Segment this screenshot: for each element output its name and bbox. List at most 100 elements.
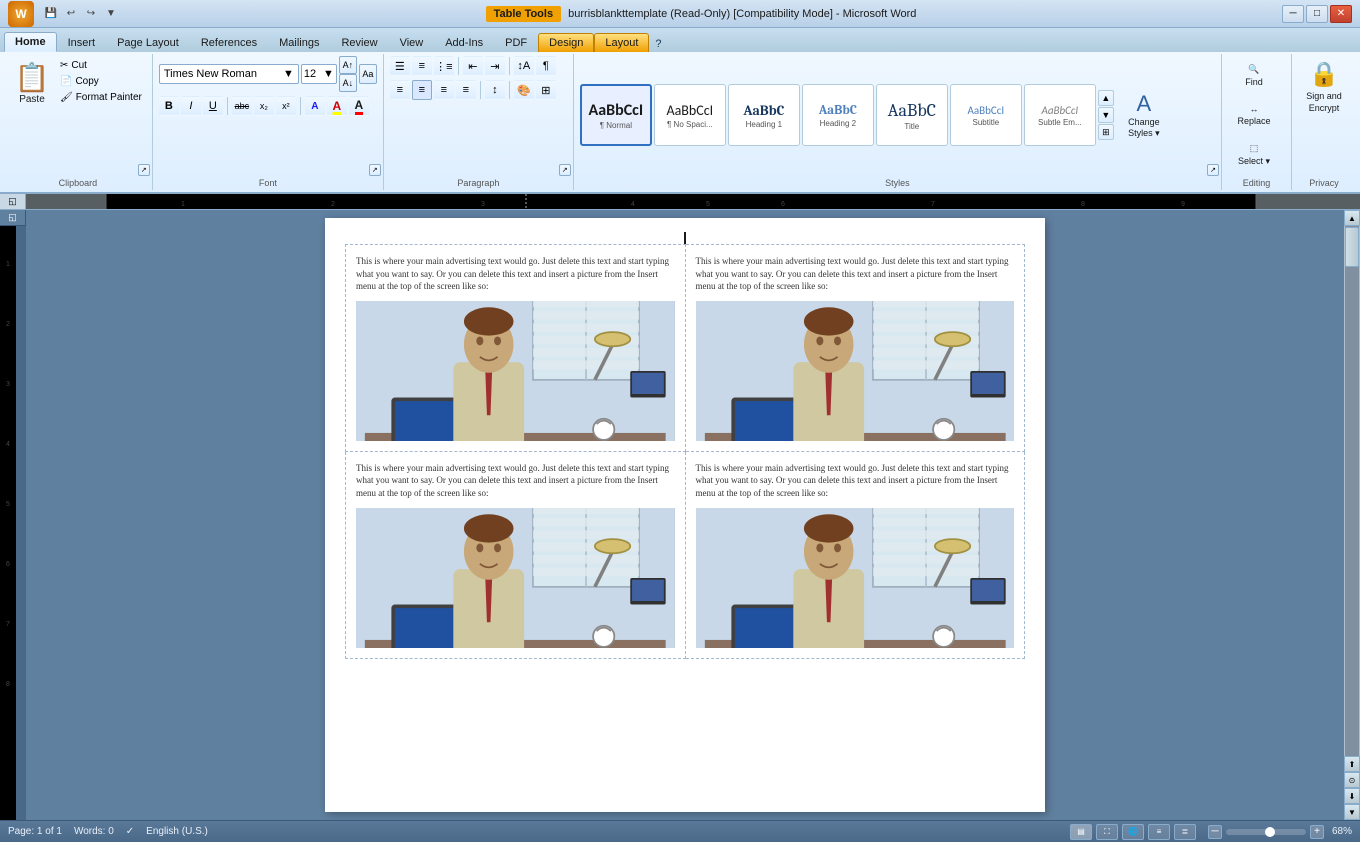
style-no-spacing[interactable]: AaBbCcI ¶ No Spaci... <box>654 84 726 146</box>
select-button[interactable]: ⬚ Select ▾ <box>1228 136 1280 174</box>
align-center-button[interactable]: ≡ <box>412 80 432 100</box>
zoom-thumb[interactable] <box>1265 827 1275 837</box>
underline-button[interactable]: U <box>203 96 223 116</box>
vertical-scrollbar[interactable]: ▲ ⬆ ⊙ ⬇ ▼ <box>1344 210 1360 820</box>
styles-scroll-down[interactable]: ▼ <box>1098 107 1114 123</box>
paste-button[interactable]: 📋 Paste <box>10 56 54 112</box>
tab-add-ins[interactable]: Add-Ins <box>434 33 494 52</box>
sign-encrypt-button[interactable]: 🔒 Sign andEncrypt <box>1298 56 1350 118</box>
outline-button[interactable]: ≡ <box>1148 824 1170 840</box>
scroll-up-button[interactable]: ▲ <box>1344 210 1360 226</box>
clipboard-dialog-launcher[interactable]: ↗ <box>138 164 150 176</box>
zoom-out-button[interactable]: ─ <box>1208 825 1222 839</box>
title-bar-left: W 💾 ↩ ↪ ▼ <box>8 1 120 27</box>
quick-access-more[interactable]: ▼ <box>102 5 120 23</box>
shrink-font-button[interactable]: A↓ <box>339 74 357 92</box>
undo-button[interactable]: ↩ <box>62 5 80 23</box>
cut-button[interactable]: ✂ Cut <box>56 58 146 73</box>
web-layout-button[interactable]: 🌐 <box>1122 824 1144 840</box>
tab-references[interactable]: References <box>190 33 268 52</box>
style-subtitle[interactable]: AaBbCcI Subtitle <box>950 84 1022 146</box>
align-left-button[interactable]: ≡ <box>390 80 410 100</box>
save-button[interactable]: 💾 <box>42 5 60 23</box>
vertical-ruler-toggle[interactable]: ◱ <box>0 210 26 226</box>
style-heading1[interactable]: AaBbC Heading 1 <box>728 84 800 146</box>
italic-button[interactable]: I <box>181 96 201 116</box>
scroll-down-button[interactable]: ▼ <box>1344 804 1360 820</box>
redo-button[interactable]: ↪ <box>82 5 100 23</box>
superscript-button[interactable]: x² <box>276 96 296 116</box>
tab-design[interactable]: Design <box>538 33 594 52</box>
bold-button[interactable]: B <box>159 96 179 116</box>
show-formatting-button[interactable]: ¶ <box>536 56 556 76</box>
table-cell-2[interactable]: This is where your main advertising text… <box>685 245 1025 452</box>
increase-indent-button[interactable]: ⇥ <box>485 56 505 76</box>
scroll-track[interactable] <box>1345 226 1359 756</box>
subscript-button[interactable]: x₂ <box>254 96 274 116</box>
table-cell-1[interactable]: This is where your main advertising text… <box>346 245 686 452</box>
zoom-in-button[interactable]: + <box>1310 825 1324 839</box>
replace-button[interactable]: ↔ Replace <box>1228 96 1280 134</box>
sort-button[interactable]: ↕A <box>514 56 534 76</box>
minimize-button[interactable]: ─ <box>1282 5 1304 23</box>
tab-mailings[interactable]: Mailings <box>268 33 330 52</box>
copy-button[interactable]: 📄 Copy <box>56 74 146 89</box>
style-subtle-em[interactable]: AaBbCcI Subtle Em... <box>1024 84 1096 146</box>
scroll-page-up[interactable]: ⬆ <box>1344 756 1360 772</box>
scroll-select[interactable]: ⊙ <box>1344 772 1360 788</box>
office-button[interactable]: W <box>8 1 34 27</box>
table-cell-3[interactable]: This is where your main advertising text… <box>346 451 686 658</box>
tab-layout[interactable]: Layout <box>594 33 649 52</box>
document-area[interactable]: This is where your main advertising text… <box>26 210 1344 820</box>
table-cell-4[interactable]: This is where your main advertising text… <box>685 451 1025 658</box>
clear-format-button[interactable]: Aa <box>359 64 377 84</box>
justify-button[interactable]: ≡ <box>456 80 476 100</box>
bullets-button[interactable]: ☰ <box>390 56 410 76</box>
font-color-button[interactable]: A <box>349 96 369 116</box>
align-right-button[interactable]: ≡ <box>434 80 454 100</box>
close-button[interactable]: ✕ <box>1330 5 1352 23</box>
font-name-selector[interactable]: Times New Roman ▼ <box>159 64 299 84</box>
status-bar: Page: 1 of 1 Words: 0 ✓ English (U.S.) ▤… <box>0 820 1360 842</box>
styles-dialog-launcher[interactable]: ↗ <box>1207 164 1219 176</box>
strikethrough-button[interactable]: abc <box>232 96 252 116</box>
tab-home[interactable]: Home <box>4 32 57 52</box>
scroll-page-down[interactable]: ⬇ <box>1344 788 1360 804</box>
line-spacing-button[interactable]: ↕ <box>485 80 505 100</box>
styles-scroll-up[interactable]: ▲ <box>1098 90 1114 106</box>
shading-button[interactable]: 🎨 <box>514 80 534 100</box>
change-styles-button[interactable]: A ChangeStyles ▾ <box>1116 84 1172 146</box>
ruler-corner[interactable]: ◱ <box>0 194 26 210</box>
zoom-track[interactable] <box>1226 829 1306 835</box>
borders-button[interactable]: ⊞ <box>536 80 556 100</box>
style-normal[interactable]: AaBbCcI ¶ Normal <box>580 84 652 146</box>
text-effects-button[interactable]: A <box>305 96 325 116</box>
format-painter-button[interactable]: 🖌 Format Painter <box>56 90 146 105</box>
scroll-thumb[interactable] <box>1345 227 1359 267</box>
decrease-indent-button[interactable]: ⇤ <box>463 56 483 76</box>
grow-font-button[interactable]: A↑ <box>339 56 357 74</box>
style-title[interactable]: AaBbC Title <box>876 84 948 146</box>
tab-view[interactable]: View <box>389 33 435 52</box>
tab-pdf[interactable]: PDF <box>494 33 538 52</box>
style-heading2[interactable]: AaBbC Heading 2 <box>802 84 874 146</box>
maximize-button[interactable]: □ <box>1306 5 1328 23</box>
styles-scroll-expand[interactable]: ⊞ <box>1098 124 1114 140</box>
draft-button[interactable]: ≣ <box>1174 824 1196 840</box>
full-screen-button[interactable]: ⛶ <box>1096 824 1118 840</box>
multilevel-list-button[interactable]: ⋮≡ <box>434 56 454 76</box>
font-size-selector[interactable]: 12 ▼ <box>301 64 337 84</box>
clipboard-group-content: 📋 Paste ✂ Cut 📄 Copy 🖌 Format Painter <box>10 56 146 188</box>
font-dialog-launcher[interactable]: ↗ <box>369 164 381 176</box>
help-icon[interactable]: ? <box>649 36 1356 52</box>
numbering-button[interactable]: ≡ <box>412 56 432 76</box>
document[interactable]: This is where your main advertising text… <box>325 218 1045 812</box>
text-highlight-button[interactable]: A <box>327 96 347 116</box>
find-button[interactable]: 🔍 Find <box>1228 56 1280 94</box>
tab-review[interactable]: Review <box>330 33 388 52</box>
paragraph-dialog-launcher[interactable]: ↗ <box>559 164 571 176</box>
print-layout-button[interactable]: ▤ <box>1070 824 1092 840</box>
tab-page-layout[interactable]: Page Layout <box>106 33 190 52</box>
spell-check-icon[interactable]: ✓ <box>126 826 134 837</box>
tab-insert[interactable]: Insert <box>57 33 107 52</box>
